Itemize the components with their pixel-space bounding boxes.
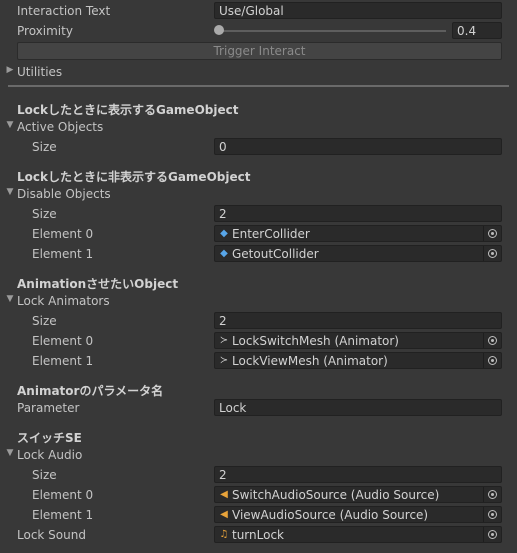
anim-element-1-row: Element 1 ≻ LockViewMesh (Animator) [0,351,517,371]
collapsed-arrow-icon[interactable]: ▶ [5,65,15,75]
lock-animators-foldout[interactable]: ▼ Lock Animators [0,291,517,311]
object-picker-icon[interactable] [483,507,501,522]
object-field[interactable]: ≻ LockSwitchMesh (Animator) [214,332,502,349]
audio-source-icon: ◀ [220,489,228,500]
disable-header-row: Lockしたときに非表示するGameObject [0,165,517,185]
lock-animators-label[interactable]: Lock Animators [17,294,110,308]
interaction-text-row: Interaction Text Use/Global [0,1,517,21]
object-field-value: EnterCollider [232,227,310,241]
object-field[interactable]: ◀ SwitchAudioSource (Audio Source) [214,486,502,503]
expanded-arrow-icon[interactable]: ▼ [5,448,15,458]
interaction-text-label: Interaction Text [17,4,111,18]
gameobject-icon: ◆ [220,228,228,239]
disable-element-1-row: Element 1 ◆ GetoutCollider [0,244,517,264]
divider [8,85,509,87]
proximity-row: Proximity 0.4 [0,21,517,41]
proximity-slider-track[interactable] [218,30,446,32]
disable-size-label: Size [32,207,57,221]
element-label: Element 1 [32,508,94,522]
active-size-label: Size [32,140,57,154]
utilities-foldout[interactable]: ▶ Utilities [0,62,517,82]
element-label: Element 0 [32,227,94,241]
trigger-row: Trigger Interact [0,41,517,61]
section-header-disable: Lockしたときに非表示するGameObject [17,170,251,184]
object-picker-icon[interactable] [483,333,501,348]
audio-element-1-row: Element 1 ◀ ViewAudioSource (Audio Sourc… [0,505,517,525]
audio-element-0-row: Element 0 ◀ SwitchAudioSource (Audio Sou… [0,485,517,505]
object-field[interactable]: ≻ LockViewMesh (Animator) [214,352,502,369]
disable-size-row: Size 2 [0,204,517,224]
active-size-field[interactable]: 0 [214,138,502,155]
section-header-active: Lockしたときに表示するGameObject [17,103,239,117]
element-label: Element 0 [32,488,94,502]
utilities-label[interactable]: Utilities [17,65,62,79]
expanded-arrow-icon[interactable]: ▼ [5,187,15,197]
disable-objects-label[interactable]: Disable Objects [17,187,111,201]
object-picker-icon[interactable] [483,487,501,502]
object-field-value: LockViewMesh (Animator) [232,354,388,368]
section-header-animation: AnimationさせたいObject [17,277,179,291]
object-field[interactable]: ♫ turnLock [214,526,502,543]
expanded-arrow-icon[interactable]: ▼ [5,120,15,130]
disable-size-field[interactable]: 2 [214,205,502,222]
param-header-row: Animatorのパラメータ名 [0,379,517,399]
audio-size-row: Size 2 [0,465,517,485]
anim-header-row: AnimationさせたいObject [0,272,517,292]
active-objects-label[interactable]: Active Objects [17,120,103,134]
section-header-parameter: Animatorのパラメータ名 [17,384,164,398]
lock-sound-label: Lock Sound [17,528,86,542]
animator-icon: ≻ [219,335,229,346]
audio-size-field[interactable]: 2 [214,466,502,483]
parameter-label: Parameter [17,401,80,415]
anim-element-0-row: Element 0 ≻ LockSwitchMesh (Animator) [0,331,517,351]
trigger-interact-button[interactable]: Trigger Interact [17,42,502,60]
element-label: Element 0 [32,334,94,348]
object-field-value: LockSwitchMesh (Animator) [232,334,399,348]
interaction-text-field[interactable]: Use/Global [214,2,502,19]
anim-size-row: Size 2 [0,311,517,331]
lock-audio-foldout[interactable]: ▼ Lock Audio [0,445,517,465]
object-field[interactable]: ◀ ViewAudioSource (Audio Source) [214,506,502,523]
object-field-value: turnLock [232,528,285,542]
anim-size-field[interactable]: 2 [214,312,502,329]
disable-objects-foldout[interactable]: ▼ Disable Objects [0,184,517,204]
parameter-row: Parameter Lock [0,398,517,418]
lock-audio-label[interactable]: Lock Audio [17,448,82,462]
parameter-field[interactable]: Lock [214,399,502,416]
object-field-value: ViewAudioSource (Audio Source) [232,508,429,522]
active-size-row: Size 0 [0,137,517,157]
audio-source-icon: ◀ [220,509,228,520]
lock-sound-row: Lock Sound ♫ turnLock [0,525,517,545]
object-field[interactable]: ◆ GetoutCollider [214,245,502,262]
disable-element-0-row: Element 0 ◆ EnterCollider [0,224,517,244]
object-picker-icon[interactable] [483,226,501,241]
audio-clip-icon: ♫ [219,529,229,540]
proximity-label: Proximity [17,24,73,38]
object-picker-icon[interactable] [483,246,501,261]
object-picker-icon[interactable] [483,353,501,368]
section-header-switch-se: スイッチSE [17,431,82,445]
object-field-value: GetoutCollider [232,247,319,261]
element-label: Element 1 [32,247,94,261]
active-objects-foldout[interactable]: ▼ Active Objects [0,117,517,137]
anim-size-label: Size [32,314,57,328]
audio-header-row: スイッチSE [0,426,517,446]
audio-size-label: Size [32,468,57,482]
object-field[interactable]: ◆ EnterCollider [214,225,502,242]
object-field-value: SwitchAudioSource (Audio Source) [232,488,440,502]
object-picker-icon[interactable] [483,527,501,542]
gameobject-icon: ◆ [220,248,228,259]
active-header-row: Lockしたときに表示するGameObject [0,98,517,118]
animator-icon: ≻ [219,355,229,366]
proximity-value-field[interactable]: 0.4 [452,22,502,39]
element-label: Element 1 [32,354,94,368]
proximity-slider-thumb[interactable] [214,25,224,35]
expanded-arrow-icon[interactable]: ▼ [5,294,15,304]
